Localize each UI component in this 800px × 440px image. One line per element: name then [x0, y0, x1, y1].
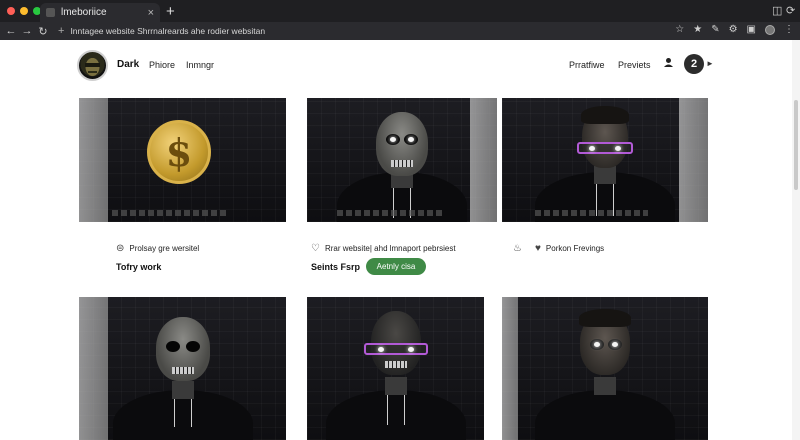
restore-icon[interactable]: ⟳: [786, 4, 795, 17]
logo-face-icon: [85, 58, 100, 76]
skull-figure: [376, 112, 428, 176]
notification-badge[interactable]: 2: [684, 54, 704, 74]
browser-tab[interactable]: lmeboriice ×: [40, 3, 160, 22]
card-meta: ♨ ♥ Porkon Frevings: [513, 243, 604, 254]
forward-icon[interactable]: →: [19, 25, 35, 37]
site-info-icon[interactable]: +: [58, 25, 64, 37]
brand-name[interactable]: Dark: [117, 59, 139, 70]
card-meta-text: Rrar website| ahd lmnaport pebrsiest: [324, 244, 456, 253]
nav-link-inmngr[interactable]: Inmngr: [186, 60, 214, 70]
nav-link-phiore[interactable]: Phiore: [149, 60, 175, 70]
card-image-glasses-2[interactable]: [307, 297, 484, 440]
glasses-icon: [363, 343, 428, 355]
dollar-coin-icon: $: [147, 120, 211, 184]
card-title[interactable]: Tofry work: [116, 262, 161, 272]
browser-titlebar: lmeboriice × + ◫ ⟳: [0, 0, 800, 22]
glasses-icon: [577, 142, 633, 154]
extensions-icon[interactable]: ⚙: [729, 24, 738, 35]
card-image-skull[interactable]: [307, 98, 497, 222]
url-text: Inntagee website Shrrnalreards ahe rodie…: [70, 26, 266, 36]
logo-avatar[interactable]: [77, 50, 108, 81]
card-meta: ♡ Rrar website| ahd lmnaport pebrsiest: [311, 243, 456, 254]
toolbar-icons: ☆ ★ ✎ ⚙ ▣ ⋮: [675, 24, 794, 35]
address-bar[interactable]: + Inntagee website Shrrnalreards ahe rod…: [58, 24, 668, 38]
chevron-right-icon[interactable]: ►: [706, 59, 714, 68]
scroll-thumb[interactable]: [794, 100, 798, 190]
card-image-glasses[interactable]: [502, 98, 708, 222]
site-header: Dark Phiore Inmngr Prratfiwe Previets 2 …: [0, 40, 792, 92]
browser-toolbar: ← → ↻ + Inntagee website Shrrnalreards a…: [0, 22, 800, 40]
heart-outline-icon[interactable]: ♡: [311, 243, 320, 254]
profile-avatar[interactable]: [765, 24, 775, 35]
star-filled-icon[interactable]: ★: [693, 24, 702, 35]
back-icon[interactable]: ←: [3, 25, 19, 37]
minimize-window-button[interactable]: [20, 7, 28, 15]
pen-icon[interactable]: ✎: [711, 24, 719, 35]
card-image-skull-2[interactable]: [79, 297, 286, 440]
menu-icon[interactable]: ⋮: [784, 24, 794, 35]
heart-icon[interactable]: ♥: [535, 243, 541, 254]
card-meta-text: Prolsay gre wersitel: [129, 244, 200, 253]
new-tab-button[interactable]: +: [166, 3, 175, 20]
nav-link-previets[interactable]: Previets: [618, 60, 651, 70]
card-image-human[interactable]: [502, 297, 708, 440]
window-controls: [7, 7, 41, 15]
favicon-icon: [46, 8, 55, 17]
scrollbar[interactable]: [792, 40, 800, 440]
card-meta: ⊜ Prolsay gre wersitel: [116, 243, 199, 254]
tab-title: lmeboriice: [61, 7, 107, 18]
sidebar-toggle-icon[interactable]: ◫: [772, 4, 782, 17]
nav-link-prratfiwe[interactable]: Prratfiwe: [569, 60, 605, 70]
reload-icon[interactable]: ↻: [35, 25, 51, 38]
skull-figure: [155, 317, 210, 381]
panel-icon[interactable]: ▣: [747, 24, 756, 35]
coin-icon: ⊜: [116, 243, 125, 254]
bookmark-star-icon[interactable]: ☆: [675, 24, 684, 35]
card-meta-text: Porkon Frevings: [545, 244, 605, 253]
user-icon[interactable]: [663, 57, 674, 71]
card-title[interactable]: Seints Fsrp: [311, 262, 360, 272]
action-button[interactable]: Aetnly cisa: [366, 258, 426, 275]
tab-close-icon[interactable]: ×: [148, 7, 154, 19]
card-image-coin[interactable]: $: [79, 98, 286, 222]
flame-icon: ♨: [513, 243, 522, 254]
close-window-button[interactable]: [7, 7, 15, 15]
